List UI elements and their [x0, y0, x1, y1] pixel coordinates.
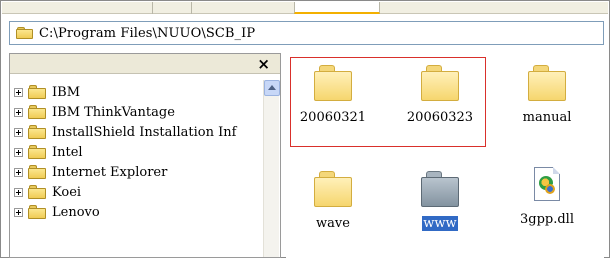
tree-item-ibm[interactable]: IBM: [10, 82, 264, 102]
expand-plus-icon[interactable]: [14, 187, 23, 197]
folder-icon: [421, 65, 459, 101]
address-bar[interactable]: C:\Program Files\NUUO\SCB_IP: [9, 21, 604, 45]
file-item-20060321[interactable]: 20060321: [283, 65, 383, 140]
tree-item-label: InstallShield Installation Inf: [52, 124, 237, 140]
tree-item-label: Lenovo: [52, 204, 100, 220]
scroll-up-icon[interactable]: [264, 80, 280, 96]
tree-item-internet-explorer[interactable]: Internet Explorer: [10, 162, 264, 182]
folder-icon: [314, 171, 352, 207]
expand-plus-icon[interactable]: [14, 127, 23, 137]
file-item-label: 20060323: [406, 110, 474, 125]
tree-item-label: Koei: [52, 184, 82, 200]
tree-item-koei[interactable]: Koei: [10, 182, 264, 202]
file-item-www[interactable]: www: [390, 171, 490, 246]
expand-plus-icon[interactable]: [14, 167, 23, 177]
file-item-3gpp-dll[interactable]: 3gpp.dll: [497, 167, 597, 242]
tree-item-installshield[interactable]: InstallShield Installation Inf: [10, 122, 264, 142]
tree-pane-header: ×: [10, 54, 280, 74]
close-icon[interactable]: ×: [257, 55, 270, 73]
explorer-window: C:\Program Files\NUUO\SCB_IP × IBM IBM T…: [0, 0, 610, 258]
file-item-20060323[interactable]: 20060323: [390, 65, 490, 140]
dll-file-icon: [532, 167, 562, 203]
folder-icon: [528, 65, 566, 101]
tree-item-ibm-thinkvantage[interactable]: IBM ThinkVantage: [10, 102, 264, 122]
file-item-label: 3gpp.dll: [519, 212, 574, 227]
address-path[interactable]: C:\Program Files\NUUO\SCB_IP: [39, 26, 255, 41]
folder-icon: [16, 26, 33, 40]
tree-item-lenovo[interactable]: Lenovo: [10, 202, 264, 222]
expand-plus-icon[interactable]: [14, 107, 23, 117]
tree-item-label: IBM: [52, 84, 80, 100]
tree-item-label: Intel: [52, 144, 83, 160]
toolbar-tab[interactable]: [152, 2, 192, 14]
file-item-label-selected: www: [422, 216, 458, 231]
file-item-label: manual: [522, 110, 572, 125]
folder-icon: [28, 145, 46, 159]
folder-tree-pane: × IBM IBM ThinkVantage InstallShield Ins…: [9, 53, 281, 258]
folder-icon: [28, 165, 46, 179]
expand-plus-icon[interactable]: [14, 87, 23, 97]
folder-icon: [28, 185, 46, 199]
toolbar-strip: [2, 2, 608, 14]
expand-plus-icon[interactable]: [14, 207, 23, 217]
tree-item-label: Internet Explorer: [52, 164, 168, 180]
folder-icon: [28, 105, 46, 119]
folder-grey-icon: [421, 171, 459, 207]
toolbar-tab-active[interactable]: [294, 2, 380, 14]
tree-item-label: IBM ThinkVantage: [52, 104, 175, 120]
expand-plus-icon[interactable]: [14, 147, 23, 157]
file-item-label: wave: [316, 216, 350, 231]
folder-icon: [28, 205, 46, 219]
folder-tree: IBM IBM ThinkVantage InstallShield Insta…: [10, 82, 264, 222]
tree-item-intel[interactable]: Intel: [10, 142, 264, 162]
folder-icon: [28, 85, 46, 99]
folder-icon: [28, 125, 46, 139]
file-item-label: 20060321: [299, 110, 367, 125]
folder-icon: [314, 65, 352, 101]
tree-scrollbar[interactable]: [263, 80, 280, 257]
file-item-manual[interactable]: manual: [497, 65, 597, 140]
file-item-wave[interactable]: wave: [283, 171, 383, 246]
